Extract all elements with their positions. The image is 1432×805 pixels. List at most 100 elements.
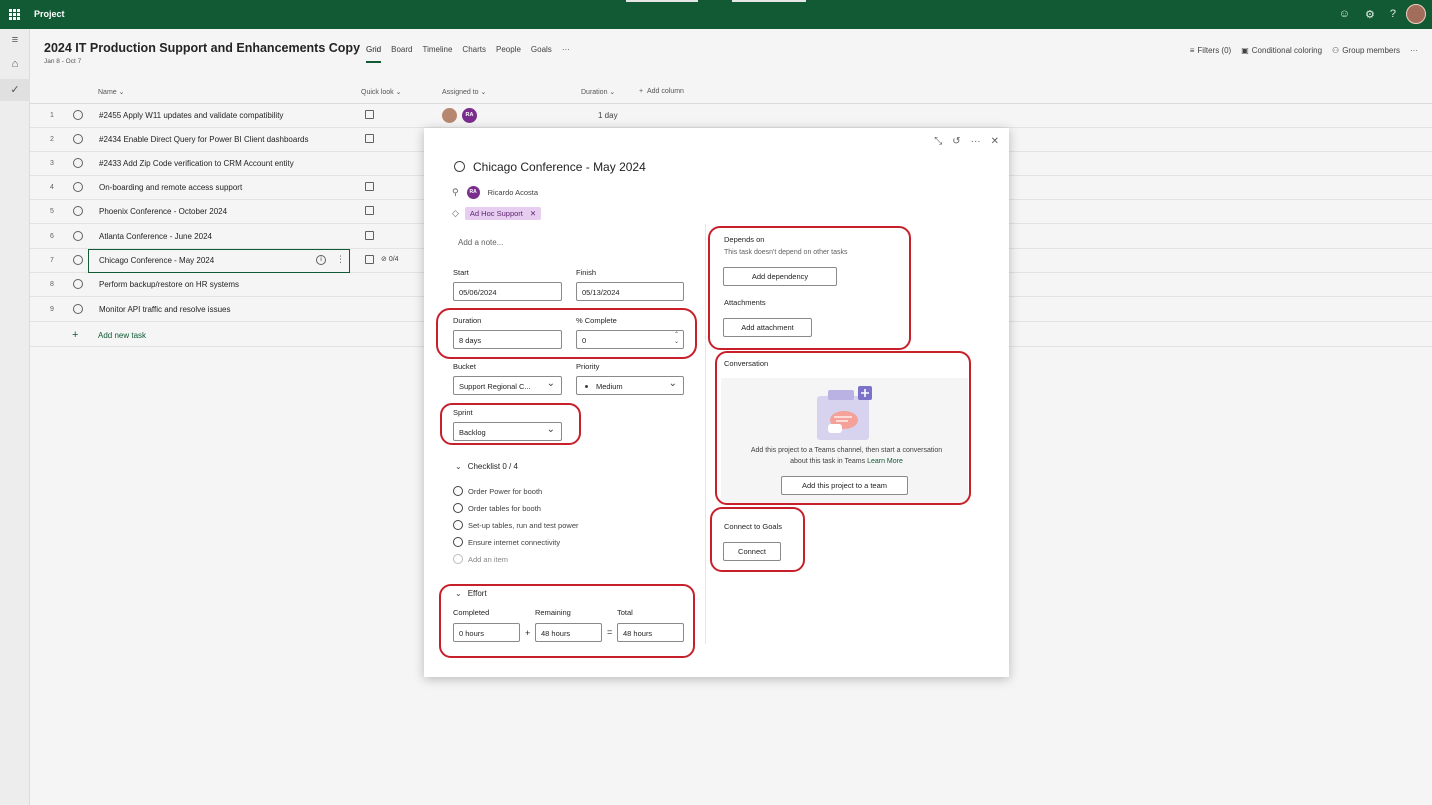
assignee-avatar-photo[interactable] <box>442 108 457 123</box>
header-actions: ≡ Filters (0) ▣ Conditional coloring ⚇ Grou… <box>1190 46 1418 55</box>
task-name[interactable]: Perform backup/restore on HR systems <box>99 280 239 289</box>
tab-charts[interactable]: Charts <box>462 45 486 63</box>
start-date-input[interactable]: 05/06/2024 <box>453 282 562 301</box>
home-icon[interactable]: ⌂ <box>0 58 30 70</box>
add-dependency-button[interactable]: Add dependency <box>723 267 837 286</box>
note-field[interactable]: Add a note... <box>458 238 503 247</box>
connect-goals-button[interactable]: Connect <box>723 542 781 561</box>
app-name[interactable]: Project <box>34 9 65 19</box>
my-tasks-check-icon[interactable]: ✓ <box>0 79 30 101</box>
assignee-avatar-initials[interactable]: RA <box>462 108 477 123</box>
collapse-icon[interactable]: ⤡ <box>934 136 942 147</box>
complete-circle-icon[interactable] <box>73 110 83 120</box>
checklist-circle-icon[interactable] <box>453 520 463 530</box>
sprint-dropdown[interactable]: Backlog <box>453 422 562 441</box>
column-header-duration-label: Duration <box>581 89 608 96</box>
app-launcher-icon[interactable] <box>9 9 20 20</box>
complete-task-circle-icon[interactable] <box>454 161 465 172</box>
quick-look-icon[interactable] <box>365 110 374 119</box>
history-icon[interactable]: ↺ <box>952 136 960 147</box>
checklist-item[interactable]: Ensure internet connectivity <box>453 537 560 547</box>
complete-circle-icon[interactable] <box>73 304 83 314</box>
task-name[interactable]: Atlanta Conference - June 2024 <box>99 232 212 241</box>
filters-button[interactable]: ≡ Filters (0) <box>1190 46 1231 55</box>
percent-complete-input[interactable]: 0 ⌃ ⌄ <box>576 330 684 349</box>
column-header-duration[interactable]: Duration ⌄ <box>581 88 615 96</box>
finish-date-input[interactable]: 05/13/2024 <box>576 282 684 301</box>
complete-circle-icon[interactable] <box>73 255 83 265</box>
add-task-plus-icon[interactable]: + <box>72 329 78 341</box>
table-row[interactable]: 1 #2455 Apply W11 updates and validate c… <box>30 104 1432 128</box>
add-column-button[interactable]: + Add column <box>639 88 684 95</box>
complete-circle-icon[interactable] <box>73 206 83 216</box>
spinner-arrows-icon[interactable]: ⌃ ⌄ <box>674 332 679 346</box>
task-duration[interactable]: 1 day <box>598 111 618 120</box>
tab-timeline[interactable]: Timeline <box>422 45 452 63</box>
checklist-circle-icon[interactable] <box>453 486 463 496</box>
add-project-to-team-button[interactable]: Add this project to a team <box>781 476 908 495</box>
task-name[interactable]: #2433 Add Zip Code verification to CRM A… <box>99 159 294 168</box>
effort-completed-input[interactable]: 0 hours <box>453 623 520 642</box>
more-options-icon[interactable]: ··· <box>971 136 981 147</box>
complete-circle-icon[interactable] <box>73 158 83 168</box>
quick-look-icon[interactable] <box>365 206 374 215</box>
duration-input[interactable]: 8 days <box>453 330 562 349</box>
checklist-item[interactable]: Set-up tables, run and test power <box>453 520 578 530</box>
remove-label-icon[interactable]: ✕ <box>530 209 536 218</box>
task-name[interactable]: Monitor API traffic and resolve issues <box>99 305 230 314</box>
assignee-row[interactable]: ⚲ RA Ricardo Acosta <box>452 186 538 199</box>
effort-total-input[interactable]: 48 hours <box>617 623 684 642</box>
tab-grid[interactable]: Grid <box>366 45 382 63</box>
effort-header[interactable]: ⌄ Effort <box>455 589 487 598</box>
checklist-progress[interactable]: ⊘ 0/4 <box>381 255 399 263</box>
tab-goals[interactable]: Goals <box>531 45 552 63</box>
info-icon[interactable]: i <box>316 255 326 265</box>
priority-dropdown[interactable]: Medium <box>576 376 684 395</box>
label-chip[interactable]: Ad Hoc Support ✕ <box>464 207 542 220</box>
project-title[interactable]: 2024 IT Production Support and Enhanceme… <box>44 41 360 55</box>
hamburger-menu-icon[interactable]: ≡ <box>0 34 30 46</box>
add-attachment-button[interactable]: Add attachment <box>723 318 812 337</box>
effort-total-label: Total <box>617 608 633 617</box>
checklist-circle-icon[interactable] <box>453 503 463 513</box>
task-name[interactable]: Chicago Conference - May 2024 <box>99 256 214 265</box>
learn-more-link[interactable]: Learn More <box>867 458 903 465</box>
checklist-item-text: Ensure internet connectivity <box>468 537 561 547</box>
checklist-circle-icon[interactable] <box>453 537 463 547</box>
column-header-assigned-to[interactable]: Assigned to ⌄ <box>442 88 486 96</box>
task-name[interactable]: #2434 Enable Direct Query for Power BI C… <box>99 135 308 144</box>
quick-look-icon[interactable] <box>365 182 374 191</box>
complete-circle-icon[interactable] <box>73 231 83 241</box>
quick-look-icon[interactable] <box>365 231 374 240</box>
row-more-options-icon[interactable]: ⋮ <box>336 254 345 265</box>
column-header-name[interactable]: Name ⌄ <box>98 88 125 96</box>
complete-circle-icon[interactable] <box>73 279 83 289</box>
tab-people[interactable]: People <box>496 45 521 63</box>
task-name[interactable]: Phoenix Conference - October 2024 <box>99 207 227 216</box>
conditional-coloring-button[interactable]: ▣ Conditional coloring <box>1241 46 1322 55</box>
tab-board[interactable]: Board <box>391 45 412 63</box>
checklist-item[interactable]: Order Power for booth <box>453 486 542 496</box>
add-checklist-item[interactable]: Add an item <box>453 554 508 564</box>
checklist-item[interactable]: Order tables for booth <box>453 503 541 513</box>
column-header-quick-look[interactable]: Quick look ⌄ <box>361 88 402 96</box>
user-avatar[interactable] <box>1406 4 1426 24</box>
task-name[interactable]: #2455 Apply W11 updates and validate com… <box>99 111 283 120</box>
complete-circle-icon[interactable] <box>73 182 83 192</box>
task-title[interactable]: Chicago Conference - May 2024 <box>473 160 646 174</box>
tab-more[interactable]: ··· <box>562 45 570 63</box>
help-icon[interactable]: ? <box>1390 8 1396 21</box>
feedback-smiley-icon[interactable]: ☺ <box>1339 8 1350 21</box>
effort-remaining-input[interactable]: 48 hours <box>535 623 602 642</box>
bucket-dropdown[interactable]: Support Regional C... <box>453 376 562 395</box>
settings-gear-icon[interactable]: ⚙ <box>1365 8 1375 21</box>
task-name[interactable]: On-boarding and remote access support <box>99 183 242 192</box>
header-more-button[interactable]: ··· <box>1410 46 1418 55</box>
add-new-task-button[interactable]: Add new task <box>98 331 146 340</box>
checklist-header[interactable]: ⌄ Checklist 0 / 4 <box>455 462 518 471</box>
close-icon[interactable]: ✕ <box>991 136 999 147</box>
complete-circle-icon[interactable] <box>73 134 83 144</box>
quick-look-icon[interactable] <box>365 134 374 143</box>
quick-look-icon[interactable] <box>365 255 374 264</box>
group-members-button[interactable]: ⚇ Group members <box>1332 46 1400 55</box>
